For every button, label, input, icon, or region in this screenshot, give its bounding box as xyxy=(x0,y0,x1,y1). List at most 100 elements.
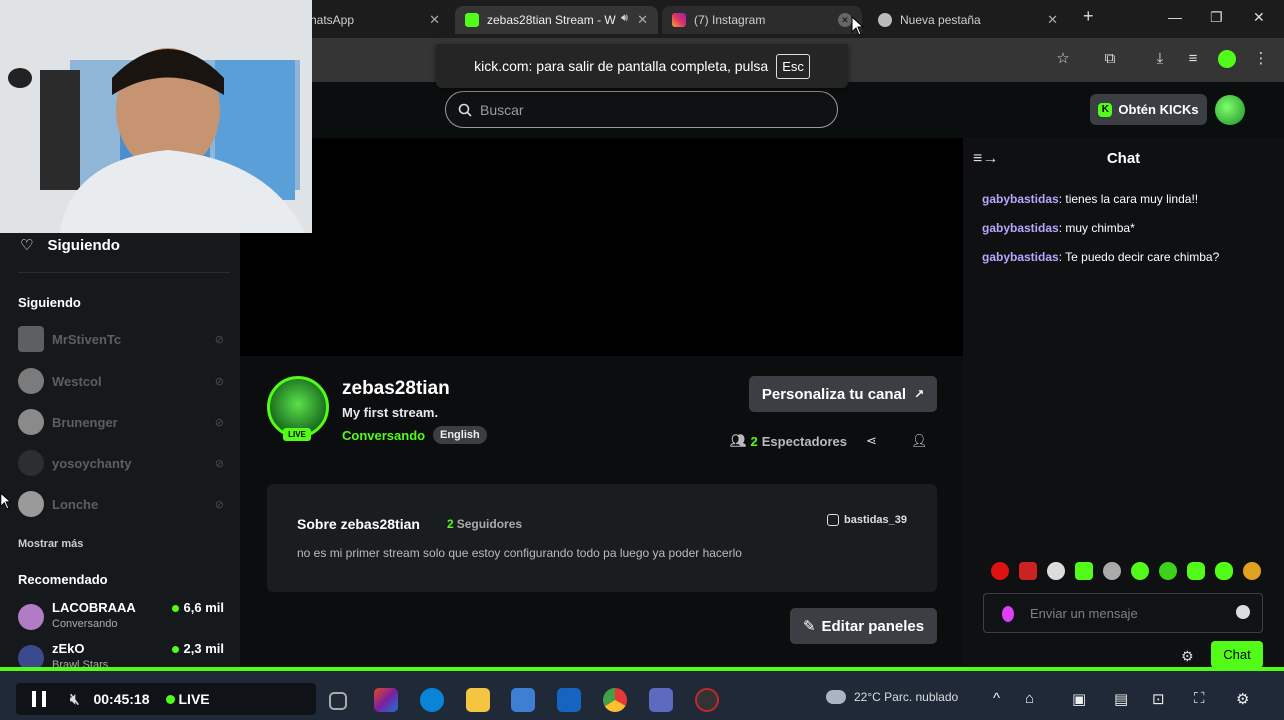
recommended-item-lacobraaa[interactable]: LACOBRAAA Conversando 6,6 mil xyxy=(18,600,228,636)
fullscreen-icon[interactable]: ⛶ xyxy=(1194,690,1205,707)
channel-name[interactable]: zebas28tian xyxy=(342,378,450,400)
restore-icon[interactable]: ❐ xyxy=(1210,9,1223,26)
get-kicks-button[interactable]: K Obtén KICKs xyxy=(1090,94,1207,125)
edit-panels-button[interactable]: ✎ Editar paneles xyxy=(790,608,937,644)
task-view-icon[interactable] xyxy=(329,692,347,710)
gear-icon[interactable]: ⚙ xyxy=(1181,648,1194,665)
app-icon[interactable] xyxy=(649,688,673,712)
avatar xyxy=(18,368,44,394)
close-icon[interactable]: ✕ xyxy=(637,12,648,28)
captions-icon[interactable]: ⊡ xyxy=(1152,690,1165,708)
chat-message-input[interactable]: Enviar un mensaje xyxy=(983,593,1263,633)
bookmark-star-icon[interactable]: ☆ xyxy=(1054,50,1072,68)
live-dot-icon xyxy=(171,605,179,613)
avatar[interactable] xyxy=(1215,95,1245,125)
emote-icon[interactable] xyxy=(1159,562,1177,580)
recording-controls: 🔇︎ 00:45:18 LIVE xyxy=(16,683,316,715)
live-dot-icon xyxy=(171,646,179,654)
tab-instagram[interactable]: (7) Instagram ✕ xyxy=(662,6,862,34)
kick-logo-icon: K xyxy=(1098,102,1113,117)
viewer-count: 2,3 mil xyxy=(171,641,224,656)
chat-username[interactable]: gabybastidas xyxy=(982,192,1059,206)
offline-icon: ⊘ xyxy=(214,416,224,429)
customize-channel-button[interactable]: Personaliza tu canal ↗ xyxy=(749,376,937,412)
sidebar-following-header[interactable]: ♡ Siguiendo xyxy=(20,236,120,254)
emote-icon[interactable] xyxy=(1243,562,1261,580)
close-icon[interactable]: ✕ xyxy=(838,13,852,27)
chrome-icon[interactable] xyxy=(603,688,627,712)
sidebar-item-yosoychanty[interactable]: yosoychanty ⊘ xyxy=(18,448,228,478)
followers-count: 2 Seguidores xyxy=(447,517,523,531)
fullscreen-notice: kick.com: para salir de pantalla complet… xyxy=(436,44,848,88)
chat-send-button[interactable]: Chat xyxy=(1211,641,1263,668)
fullscreen-notice-text: kick.com: para salir de pantalla complet… xyxy=(474,58,769,74)
emote-icon[interactable] xyxy=(1215,562,1233,580)
gear-icon[interactable]: ⚙ xyxy=(1236,690,1249,708)
user-plus-icon[interactable]: 👤︎ xyxy=(911,433,928,449)
tab-whatsapp[interactable]: hatsApp ✕ xyxy=(300,6,450,34)
chat-text: tienes la cara muy linda!! xyxy=(1065,192,1199,206)
sidebar-item-mrstiventc[interactable]: MrStivenTc ⊘ xyxy=(18,324,228,354)
instagram-link[interactable]: bastidas_39 xyxy=(827,514,907,526)
chat-username[interactable]: gabybastidas xyxy=(982,221,1059,235)
network-icon[interactable]: ⌂ xyxy=(1025,690,1034,707)
close-icon[interactable]: ✕ xyxy=(1047,12,1058,28)
profile-icon[interactable] xyxy=(1218,50,1236,68)
show-more-link[interactable]: Mostrar más xyxy=(18,538,83,550)
tab-instagram-label: (7) Instagram xyxy=(694,13,766,27)
channel-name: MrStivenTc xyxy=(52,331,122,347)
chat-username[interactable]: gabybastidas xyxy=(982,250,1059,264)
emote-icon[interactable] xyxy=(1103,562,1121,580)
emote-icon[interactable] xyxy=(1019,562,1037,580)
chat-text: Te puedo decir care chimba? xyxy=(1065,250,1220,264)
channel-name: LACOBRAAA xyxy=(52,600,136,615)
weather-widget[interactable]: 22°C Parc. nublado xyxy=(826,690,958,704)
menu-dots-icon[interactable]: ⋮ xyxy=(1252,50,1270,68)
edge-icon[interactable] xyxy=(420,688,444,712)
video-player[interactable] xyxy=(240,138,963,356)
tab-new[interactable]: Nueva pestaña ✕ xyxy=(868,6,1068,34)
emote-icon[interactable] xyxy=(1131,562,1149,580)
emote-icon[interactable] xyxy=(991,562,1009,580)
pause-icon[interactable] xyxy=(32,691,46,707)
close-window-icon[interactable]: ✕ xyxy=(1253,9,1265,26)
chevron-up-icon[interactable]: ^ xyxy=(993,690,1000,707)
mic-muted-icon[interactable]: 🔇︎ xyxy=(70,691,79,708)
obs-icon[interactable] xyxy=(695,688,719,712)
file-explorer-icon[interactable] xyxy=(466,688,490,712)
outlook-icon[interactable] xyxy=(557,688,581,712)
tab-kick-stream[interactable]: zebas28tian Stream - W 🔊︎ ✕ xyxy=(455,6,658,34)
search-input[interactable]: Buscar xyxy=(445,91,838,128)
viewers-label: Espectadores xyxy=(761,433,848,449)
extensions-icon[interactable]: ⧉ xyxy=(1101,50,1119,68)
language-tag[interactable]: English xyxy=(433,426,487,444)
sidebar-item-lonche[interactable]: Lonche ⊘ xyxy=(18,489,228,519)
emote-icon[interactable] xyxy=(1047,562,1065,580)
theater-icon[interactable]: ▤ xyxy=(1114,690,1128,708)
mouse-cursor-icon xyxy=(851,16,865,36)
media-icon[interactable]: ≡ xyxy=(1184,50,1202,68)
stream-category[interactable]: Conversando xyxy=(342,428,425,443)
instagram-favicon-icon xyxy=(672,13,686,27)
close-icon[interactable]: ✕ xyxy=(429,12,440,28)
emote-icon[interactable] xyxy=(1075,562,1093,580)
share-icon[interactable]: ⋖ xyxy=(866,433,877,449)
stream-title: My first stream. xyxy=(342,405,439,420)
sidebar-item-brunenger[interactable]: Brunenger ⊘ xyxy=(18,407,228,437)
minimize-icon[interactable]: — xyxy=(1168,9,1182,25)
new-tab-icon[interactable]: + xyxy=(1083,6,1094,27)
weather-text: 22°C Parc. nublado xyxy=(854,690,959,704)
emote-icon[interactable] xyxy=(1187,562,1205,580)
copilot-icon[interactable] xyxy=(374,688,398,712)
viewers-icon: 👥︎ xyxy=(730,433,747,448)
emoji-picker-icon[interactable] xyxy=(1236,605,1250,619)
download-icon[interactable]: ⤓ xyxy=(1151,50,1169,68)
speaker-icon[interactable]: 🔊︎ xyxy=(621,12,628,25)
webcam-feed-image xyxy=(0,0,312,233)
pip-icon[interactable]: ▣ xyxy=(1072,690,1086,708)
channel-name: Brunenger xyxy=(52,414,118,430)
channel-category: Conversando xyxy=(52,618,118,630)
recording-timer: 00:45:18 xyxy=(93,691,150,707)
store-icon[interactable] xyxy=(511,688,535,712)
sidebar-item-westcol[interactable]: Westcol ⊘ xyxy=(18,366,228,396)
